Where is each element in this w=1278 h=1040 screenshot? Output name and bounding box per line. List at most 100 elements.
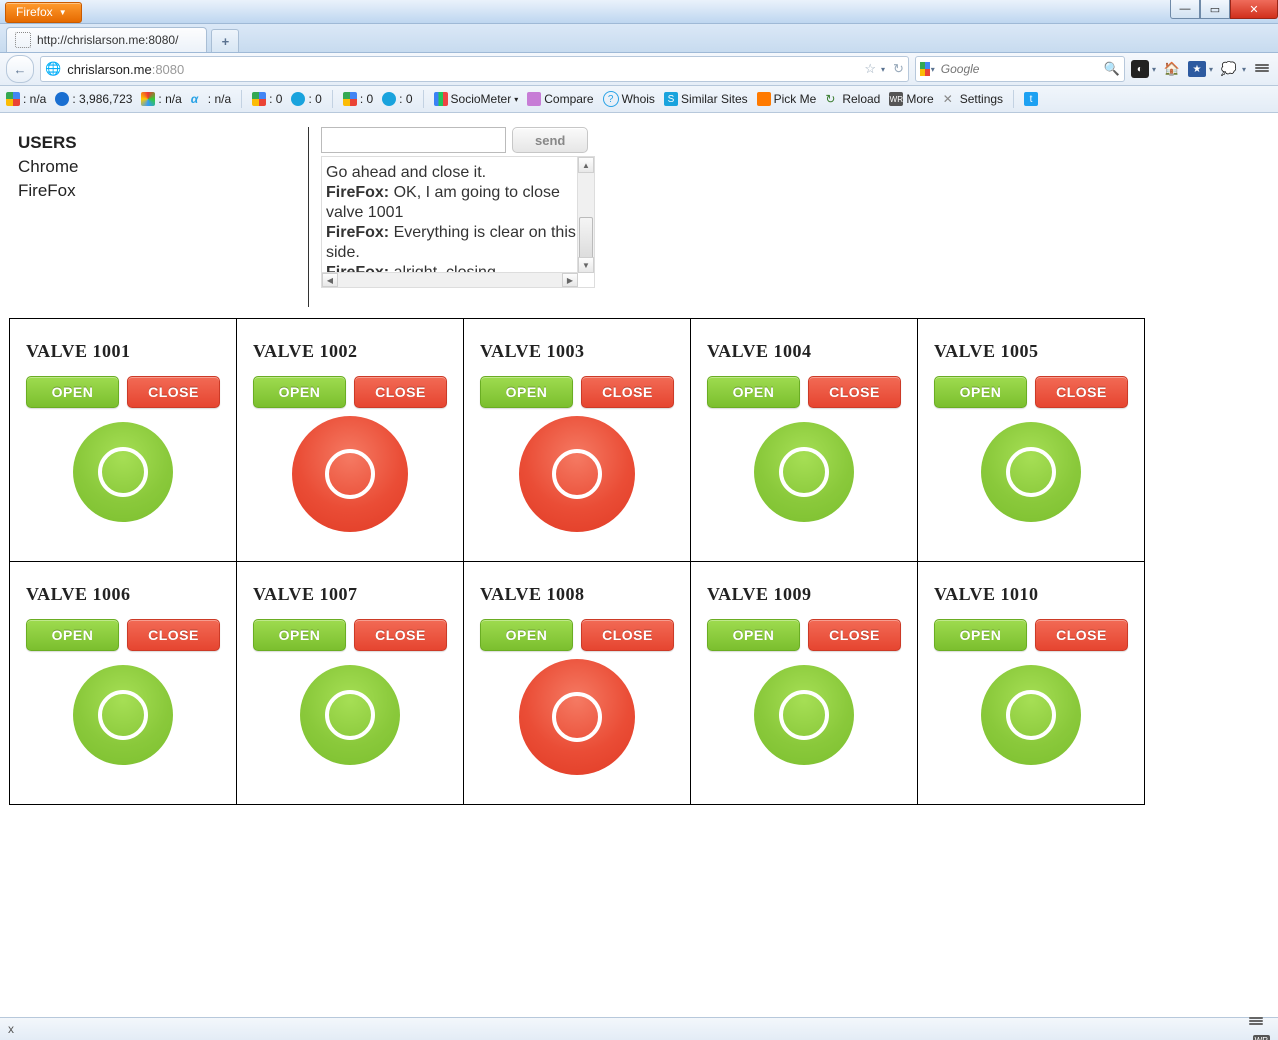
valve-indicator-red (519, 416, 635, 532)
bookmark-item[interactable]: : n/a (141, 92, 181, 106)
browser-tab[interactable]: http://chrislarson.me:8080/ (6, 27, 207, 52)
valve-indicator-green (754, 422, 854, 522)
status-bar: x WR (0, 1017, 1278, 1040)
open-button[interactable]: OPEN (934, 376, 1027, 408)
valve-cell: VALVE 1005OPENCLOSE (917, 318, 1145, 562)
firefox-menu-button[interactable]: Firefox ▼ (5, 2, 82, 23)
valve-indicator-green (981, 665, 1081, 765)
tab-strip: http://chrislarson.me:8080/ + (0, 24, 1278, 53)
bookmark-item[interactable]: Compare (527, 92, 593, 106)
close-button[interactable]: CLOSE (808, 619, 901, 651)
open-button[interactable]: OPEN (26, 619, 119, 651)
close-button[interactable]: CLOSE (1035, 619, 1128, 651)
twitter-icon[interactable]: t (1024, 92, 1038, 106)
address-bar[interactable]: 🌐 chrislarson.me:8080 ☆ ▾ ↻ (40, 56, 909, 82)
open-button[interactable]: OPEN (934, 619, 1027, 651)
bookmark-item[interactable]: : n/a (6, 92, 46, 106)
open-button[interactable]: OPEN (480, 376, 573, 408)
bookmark-item[interactable]: ✕Settings (943, 92, 1003, 106)
close-button[interactable]: CLOSE (581, 619, 674, 651)
bookmark-item[interactable]: : 3,986,723 (55, 92, 132, 106)
url-text: chrislarson.me:8080 (67, 62, 858, 77)
bookmark-item[interactable]: ↻Reload (825, 92, 880, 106)
open-button[interactable]: OPEN (26, 376, 119, 408)
close-button[interactable]: CLOSE (354, 619, 447, 651)
valve-title: VALVE 1006 (26, 584, 220, 605)
chat-input[interactable] (321, 127, 506, 153)
bookmark-item[interactable]: : 0 (343, 92, 373, 106)
search-input[interactable] (939, 61, 1100, 77)
valve-indicator-green (981, 422, 1081, 522)
scroll-left-icon[interactable]: ◀ (322, 273, 338, 287)
valve-cell: VALVE 1004 OPENCLOSE (690, 318, 918, 562)
bookmark-item[interactable]: SSimilar Sites (664, 92, 748, 106)
search-icon[interactable]: 🔍 (1104, 61, 1120, 77)
valve-indicator-green (754, 665, 854, 765)
tab-title: http://chrislarson.me:8080/ (37, 33, 178, 47)
valve-indicator-green (73, 665, 173, 765)
scroll-up-icon[interactable]: ▲ (578, 157, 594, 173)
valve-grid: VALVE 1001OPENCLOSEVALVE 1002OPENCLOSEVA… (10, 319, 1268, 805)
send-button[interactable]: send (512, 127, 588, 153)
valve-title: VALVE 1001 (26, 341, 220, 362)
open-button[interactable]: OPEN (253, 376, 346, 408)
window-minimize-button[interactable]: — (1170, 0, 1200, 19)
addon-icon[interactable]: 💭 (1219, 59, 1239, 79)
bookmark-item[interactable]: Pick Me (757, 92, 817, 106)
layers-icon[interactable] (1252, 59, 1272, 79)
back-button[interactable]: ← (6, 55, 34, 83)
bookmark-item[interactable]: : 0 (252, 92, 282, 106)
wr-icon[interactable]: WR (1253, 1035, 1270, 1040)
valve-cell: VALVE 1003OPENCLOSE (463, 318, 691, 562)
valve-indicator-green (300, 665, 400, 765)
star-icon[interactable]: ☆ (864, 61, 876, 77)
bookmark-item[interactable]: WRMore (889, 92, 933, 106)
open-button[interactable]: OPEN (707, 376, 800, 408)
bookmarks-icon[interactable]: ★ (1188, 61, 1206, 77)
google-icon (920, 62, 930, 76)
bookmark-item[interactable]: : 0 (291, 92, 321, 106)
users-heading: USERS (18, 131, 298, 155)
window-maximize-button[interactable]: ▭ (1200, 0, 1230, 19)
close-button[interactable]: CLOSE (127, 376, 220, 408)
valve-title: VALVE 1009 (707, 584, 901, 605)
scroll-down-icon[interactable]: ▼ (578, 257, 594, 273)
bookmark-item[interactable]: SocioMeter▾ (434, 92, 519, 106)
status-right: WR (1246, 1012, 1270, 1040)
addon-icon[interactable]: ◐ (1131, 60, 1149, 78)
valve-cell: VALVE 1002 OPENCLOSE (236, 318, 464, 562)
navigation-toolbar: ← 🌐 chrislarson.me:8080 ☆ ▾ ↻ ▾ 🔍 ◐ ▾ 🏠 ★… (0, 53, 1278, 86)
close-button[interactable]: CLOSE (127, 619, 220, 651)
chevron-down-icon[interactable]: ▾ (881, 65, 885, 74)
new-tab-button[interactable]: + (211, 29, 239, 52)
scroll-right-icon[interactable]: ▶ (562, 273, 578, 287)
close-button[interactable]: CLOSE (1035, 376, 1128, 408)
bookmark-item[interactable]: α: n/a (191, 92, 231, 106)
open-button[interactable]: OPEN (253, 619, 346, 651)
reload-icon[interactable]: ↻ (893, 61, 904, 77)
search-bar[interactable]: ▾ 🔍 (915, 56, 1125, 82)
valve-title: VALVE 1004 (707, 341, 901, 362)
bookmark-item[interactable]: : 0 (382, 92, 412, 106)
valve-title: VALVE 1002 (253, 341, 447, 362)
chat-log: Chrome: All clear over here. Go ahead an… (321, 156, 595, 288)
open-button[interactable]: OPEN (480, 619, 573, 651)
open-button[interactable]: OPEN (707, 619, 800, 651)
bookmark-item[interactable]: ?Whois (603, 91, 655, 107)
home-icon[interactable]: 🏠 (1162, 59, 1182, 79)
divider (308, 127, 309, 307)
layers-icon[interactable] (1246, 1012, 1266, 1032)
horizontal-scrollbar[interactable]: ◀ ▶ (322, 272, 578, 287)
close-button[interactable]: CLOSE (808, 376, 901, 408)
close-button[interactable]: CLOSE (581, 376, 674, 408)
close-button[interactable]: CLOSE (354, 376, 447, 408)
valve-cell: VALVE 1007 OPENCLOSE (236, 561, 464, 805)
chat-panel: send Chrome: All clear over here. Go ahe… (321, 127, 591, 288)
vertical-scrollbar[interactable]: ▲ ▼ (577, 157, 594, 273)
scrollbar-thumb[interactable] (579, 217, 593, 259)
status-left[interactable]: x (8, 1022, 14, 1036)
valve-cell: VALVE 1006 OPENCLOSE (9, 561, 237, 805)
window-close-button[interactable]: ✕ (1230, 0, 1278, 19)
valve-title: VALVE 1007 (253, 584, 447, 605)
chevron-down-icon[interactable]: ▾ (931, 65, 935, 74)
